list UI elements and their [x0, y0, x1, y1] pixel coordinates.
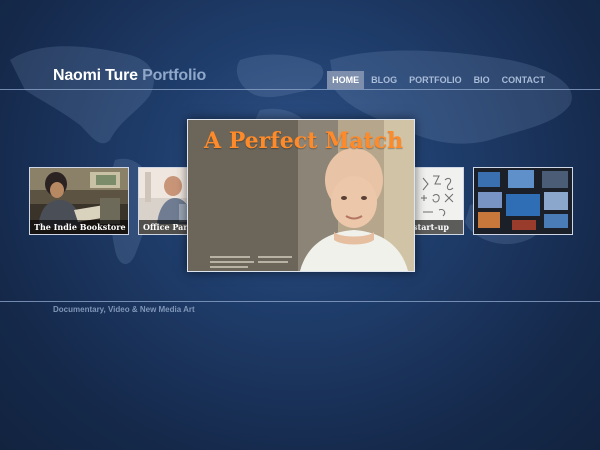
header-divider: [0, 89, 600, 90]
carousel-thumb-tv-wall[interactable]: [473, 167, 573, 235]
site-header: Naomi Ture Portfolio HOME BLOG PORTFOLIO…: [0, 0, 600, 90]
thumb-caption: The Indie Bookstore: [30, 220, 128, 234]
nav-contact[interactable]: CONTACT: [497, 71, 550, 89]
carousel-thumb-indie-bookstore[interactable]: The Indie Bookstore: [29, 167, 129, 235]
thumb-caption: Office Paro: [139, 220, 194, 234]
site-title-name: Naomi Ture: [53, 67, 138, 84]
main-nav: HOME BLOG PORTFOLIO BIO CONTACT: [325, 71, 550, 89]
site-tagline: Documentary, Video & New Media Art: [53, 305, 195, 314]
site-title-portfolio: Portfolio: [142, 67, 207, 84]
footer-divider: [0, 301, 600, 302]
featured-title: A Perfect Match: [204, 128, 404, 154]
featured-slide-a-perfect-match[interactable]: A Perfect Match: [187, 119, 415, 272]
carousel-thumb-start-up[interactable]: start-up: [408, 167, 464, 235]
thumb-caption: start-up: [409, 220, 463, 234]
site-title[interactable]: Naomi Ture Portfolio: [53, 67, 206, 85]
nav-home[interactable]: HOME: [327, 71, 365, 89]
nav-portfolio[interactable]: PORTFOLIO: [404, 71, 467, 89]
nav-blog[interactable]: BLOG: [366, 71, 402, 89]
nav-bio[interactable]: BIO: [469, 71, 495, 89]
tv-wall-image: [474, 168, 572, 234]
